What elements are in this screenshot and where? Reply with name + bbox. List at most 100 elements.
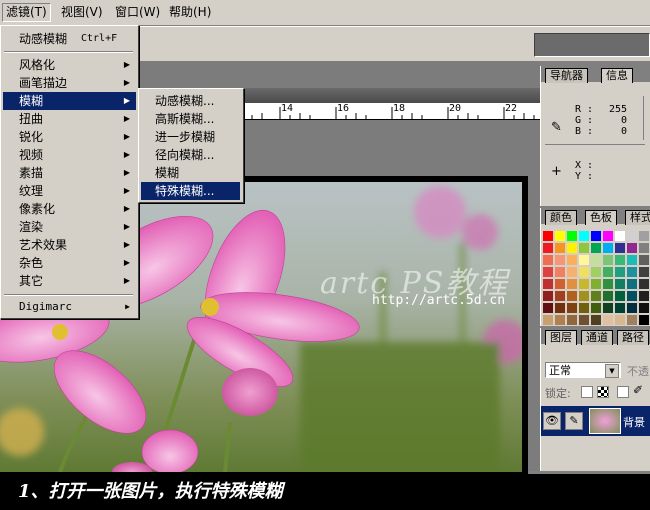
color-swatch[interactable]	[566, 290, 578, 302]
eye-icon[interactable]: 👁	[543, 412, 561, 430]
menu-help[interactable]: 帮助(H)	[166, 4, 214, 21]
color-swatch[interactable]	[590, 266, 602, 278]
layer-row-background[interactable]: 👁 ✎ 背景	[541, 406, 650, 436]
menu-item-distort[interactable]: 扭曲 ▶	[3, 110, 136, 128]
color-swatch[interactable]	[626, 302, 638, 314]
menu-window[interactable]: 窗口(W)	[112, 4, 163, 21]
menu-item-artistic[interactable]: 艺术效果 ▶	[3, 236, 136, 254]
color-swatch[interactable]	[542, 242, 554, 254]
color-swatch[interactable]	[590, 242, 602, 254]
tab-styles[interactable]: 样式	[625, 210, 650, 225]
color-swatch[interactable]	[614, 230, 626, 242]
menu-item-sharpen[interactable]: 锐化 ▶	[3, 128, 136, 146]
tab-color[interactable]: 颜色	[545, 210, 577, 225]
color-swatch[interactable]	[590, 254, 602, 266]
menu-view[interactable]: 视图(V)	[58, 4, 106, 21]
color-swatch[interactable]	[578, 290, 590, 302]
color-swatch[interactable]	[602, 230, 614, 242]
menu-item-other[interactable]: 其它 ▶	[3, 272, 136, 290]
submenu-item-motion-blur[interactable]: 动感模糊...	[141, 92, 240, 110]
tab-channels[interactable]: 通道	[581, 330, 613, 345]
lock-image-checkbox[interactable]	[617, 386, 629, 398]
palette-well[interactable]	[534, 33, 650, 57]
color-swatch[interactable]	[614, 266, 626, 278]
color-swatch[interactable]	[602, 278, 614, 290]
menu-item-texture[interactable]: 纹理 ▶	[3, 182, 136, 200]
color-swatch[interactable]	[614, 314, 626, 326]
color-swatch[interactable]	[590, 302, 602, 314]
color-swatch[interactable]	[638, 254, 650, 266]
color-swatch[interactable]	[566, 266, 578, 278]
color-swatch[interactable]	[566, 314, 578, 326]
submenu-item-smart-blur[interactable]: 特殊模糊...	[141, 182, 240, 200]
color-swatch[interactable]	[614, 302, 626, 314]
color-swatch[interactable]	[614, 242, 626, 254]
color-swatch[interactable]	[626, 290, 638, 302]
color-swatch[interactable]	[590, 314, 602, 326]
color-swatch[interactable]	[578, 266, 590, 278]
color-swatch[interactable]	[554, 290, 566, 302]
color-swatch[interactable]	[566, 242, 578, 254]
submenu-item-blur[interactable]: 模糊	[141, 164, 240, 182]
color-swatch[interactable]	[602, 242, 614, 254]
menu-item-stylize[interactable]: 风格化 ▶	[3, 56, 136, 74]
color-swatch[interactable]	[554, 230, 566, 242]
color-swatch[interactable]	[602, 290, 614, 302]
color-swatch[interactable]	[578, 302, 590, 314]
color-swatch[interactable]	[542, 254, 554, 266]
color-swatch[interactable]	[578, 242, 590, 254]
tab-paths[interactable]: 路径	[617, 330, 649, 345]
color-swatch[interactable]	[638, 278, 650, 290]
color-swatch[interactable]	[626, 254, 638, 266]
color-swatch[interactable]	[566, 278, 578, 290]
color-swatch[interactable]	[590, 278, 602, 290]
color-swatch[interactable]	[554, 314, 566, 326]
color-swatch[interactable]	[638, 230, 650, 242]
submenu-item-radial-blur[interactable]: 径向模糊...	[141, 146, 240, 164]
menu-item-blur[interactable]: 模糊 ▶	[3, 92, 136, 110]
color-swatch[interactable]	[566, 254, 578, 266]
tab-navigator[interactable]: 导航器	[545, 68, 588, 83]
menu-item-last-filter[interactable]: 动感模糊 Ctrl+F	[3, 30, 137, 48]
menu-filter[interactable]: 滤镜(T)	[2, 3, 51, 22]
submenu-item-blur-more[interactable]: 进一步模糊	[141, 128, 240, 146]
tab-layers[interactable]: 图层	[545, 330, 577, 345]
color-swatch[interactable]	[590, 230, 602, 242]
color-swatch[interactable]	[554, 302, 566, 314]
menu-item-video[interactable]: 视频 ▶	[3, 146, 136, 164]
tab-swatches[interactable]: 色板	[585, 210, 617, 225]
color-swatch[interactable]	[638, 314, 650, 326]
color-swatch[interactable]	[626, 278, 638, 290]
color-swatch[interactable]	[626, 314, 638, 326]
color-swatch[interactable]	[554, 254, 566, 266]
color-swatch[interactable]	[614, 278, 626, 290]
tab-info[interactable]: 信息	[601, 68, 633, 83]
color-swatch[interactable]	[554, 278, 566, 290]
color-swatch[interactable]	[590, 290, 602, 302]
color-swatch[interactable]	[542, 266, 554, 278]
color-swatch[interactable]	[602, 266, 614, 278]
color-swatch[interactable]	[626, 242, 638, 254]
color-swatch[interactable]	[578, 230, 590, 242]
menu-item-brush-strokes[interactable]: 画笔描边 ▶	[3, 74, 136, 92]
menu-item-noise[interactable]: 杂色 ▶	[3, 254, 136, 272]
color-swatch[interactable]	[554, 266, 566, 278]
color-swatch[interactable]	[542, 314, 554, 326]
color-swatch[interactable]	[578, 254, 590, 266]
submenu-item-gaussian-blur[interactable]: 高斯模糊...	[141, 110, 240, 128]
blend-mode-select[interactable]: 正常 ▼	[545, 362, 621, 378]
color-swatch[interactable]	[542, 278, 554, 290]
color-swatch[interactable]	[602, 314, 614, 326]
color-swatch[interactable]	[566, 230, 578, 242]
color-swatch[interactable]	[614, 254, 626, 266]
checker-icon[interactable]	[597, 386, 609, 398]
color-swatch[interactable]	[638, 302, 650, 314]
color-swatch[interactable]	[542, 302, 554, 314]
color-swatch[interactable]	[566, 302, 578, 314]
color-swatch[interactable]	[638, 266, 650, 278]
color-swatch[interactable]	[626, 266, 638, 278]
menu-item-digimarc[interactable]: Digimarc ▶	[3, 298, 136, 316]
color-swatch[interactable]	[578, 314, 590, 326]
color-swatch[interactable]	[638, 290, 650, 302]
color-swatch[interactable]	[638, 242, 650, 254]
